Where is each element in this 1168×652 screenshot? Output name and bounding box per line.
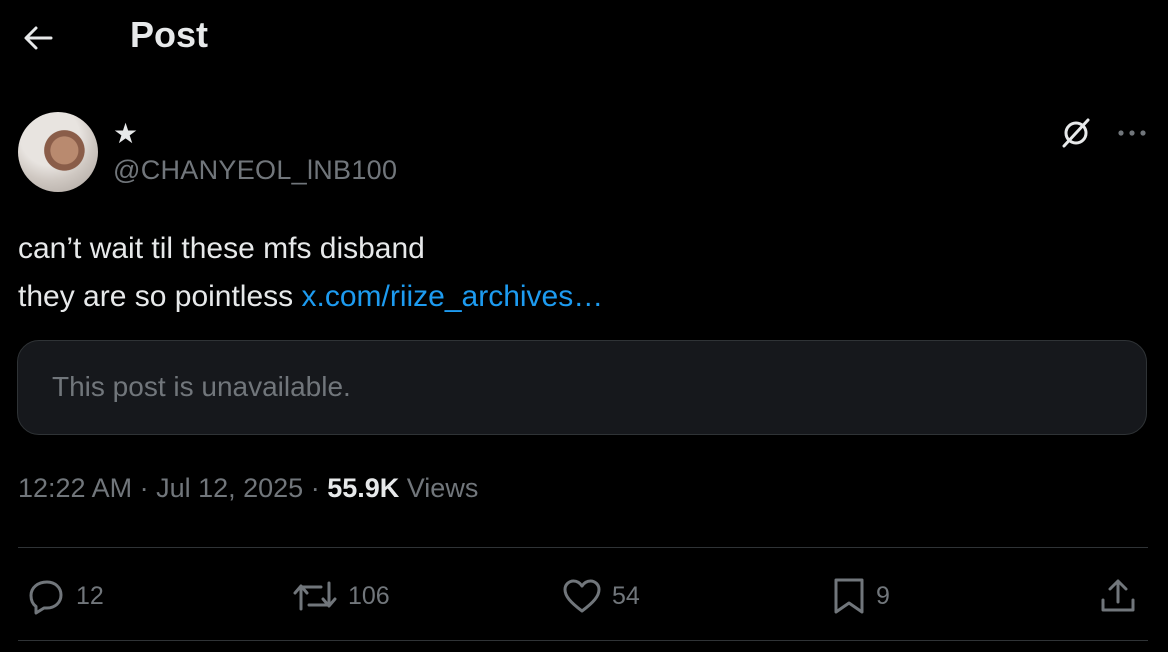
reply-count: 12 [76,581,104,610]
repost-icon [293,581,337,611]
reply-icon [29,580,63,615]
repost-button[interactable]: 106 [292,566,390,626]
post-line-2: they are so pointless x.com/riize_archiv… [18,273,1138,321]
back-button[interactable] [18,18,58,58]
reply-button[interactable]: 12 [28,566,104,626]
divider [18,547,1148,548]
divider [18,640,1148,641]
bookmark-count: 9 [876,581,890,610]
meta-separator: · [132,473,157,503]
arrow-left-icon [24,26,53,50]
more-dots-icon [1118,130,1146,136]
meta-separator: · [303,473,328,503]
post-line-1: can’t wait til these mfs disband [18,232,425,265]
views-count: 55.9K [327,473,400,503]
author-handle[interactable]: @CHANYEOL_lNB100 [113,155,397,186]
page-title: Post [130,14,209,55]
share-icon [1101,579,1135,612]
views-label: Views [406,473,479,503]
action-bar: 12 106 54 9 [0,566,1168,626]
bookmark-button[interactable]: 9 [832,566,890,626]
bookmark-icon [834,578,864,614]
post-time[interactable]: 12:22 AM [18,473,132,503]
post-metadata: 12:22 AM · Jul 12, 2025 · 55.9K Views [18,473,478,504]
heart-icon [563,579,601,613]
post-text: can’t wait til these mfs disband they ar… [18,225,1138,321]
grok-icon [1062,118,1090,148]
top-bar: Post [0,0,1168,72]
unavailable-message: This post is unavailable. [52,371,351,402]
share-button[interactable] [1098,566,1138,626]
post-link[interactable]: x.com/riize_archives… [302,280,604,313]
like-button[interactable]: 54 [562,566,640,626]
like-count: 54 [612,581,640,610]
more-options-button[interactable] [1110,113,1154,153]
post-line-2-text: they are so pointless [18,280,302,313]
avatar[interactable] [18,112,98,192]
repost-count: 106 [348,581,390,610]
grok-button[interactable] [1056,113,1096,153]
quoted-post-card[interactable]: This post is unavailable. [17,340,1147,435]
post-date[interactable]: Jul 12, 2025 [156,473,303,503]
author-display-name[interactable]: ★ [113,117,138,150]
